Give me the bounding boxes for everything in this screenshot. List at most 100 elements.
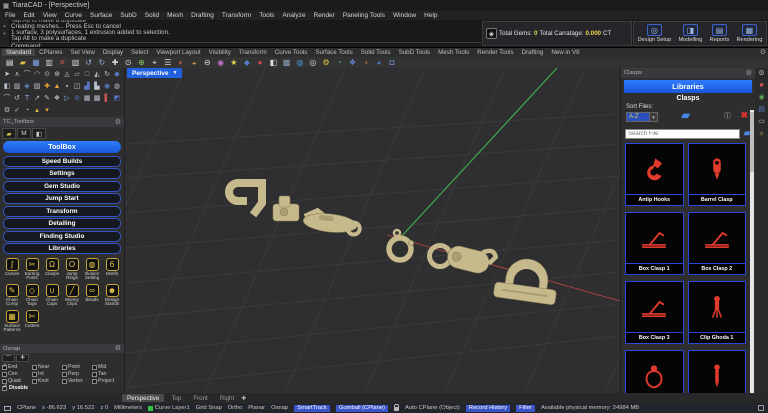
palette-tool-icon[interactable]: ▲ xyxy=(52,81,62,93)
palette-tool-icon[interactable]: ◆ xyxy=(112,69,122,81)
info-icon[interactable]: ⓘ xyxy=(724,111,731,121)
palette-tool-icon[interactable]: ⌒ xyxy=(22,69,32,81)
osnap-disable-option[interactable]: Disable xyxy=(0,384,124,393)
toolbar-tab-cplanes[interactable]: CPlanes xyxy=(35,49,66,56)
palette-tool-icon[interactable]: T xyxy=(22,93,32,105)
world-icon[interactable]: ◕ xyxy=(372,59,385,67)
palette-tool-icon[interactable]: ⊘ xyxy=(72,93,82,105)
menu-mesh[interactable]: Mesh xyxy=(167,12,183,19)
workflow-button-design-setup[interactable]: ◎Design Setup xyxy=(638,24,672,43)
gear-icon[interactable]: ⚙ xyxy=(758,70,764,78)
osnap-option-vertex[interactable]: Vertex xyxy=(62,378,92,384)
menu-analyze[interactable]: Analyze xyxy=(282,12,305,19)
toolbox-button-detailing[interactable]: Detailing xyxy=(3,218,121,229)
fold-over-clasp-model[interactable] xyxy=(229,179,262,215)
osnap-option-point[interactable]: Point xyxy=(62,364,92,370)
status-toggle-osnap[interactable]: Osnap xyxy=(271,405,288,411)
osnap-option-int[interactable]: Int xyxy=(32,371,62,377)
shaded-icon[interactable]: ◐ xyxy=(174,59,187,67)
gear-icon[interactable]: ⚙ xyxy=(115,345,121,352)
settings-icon[interactable]: ⚙ xyxy=(320,59,333,67)
add-viewport-icon[interactable]: ✚ xyxy=(241,395,246,402)
lobster-clasp-flat-model[interactable] xyxy=(302,209,361,235)
zoom-extents-icon[interactable]: ⊕ xyxy=(135,59,148,67)
viewport-title-tab[interactable]: Perspective ▼ xyxy=(127,68,182,78)
paste-icon[interactable]: ▧ xyxy=(69,59,82,67)
perspective-viewport[interactable]: Perspective ▼ xyxy=(125,68,620,393)
toolbox-header-button[interactable]: ToolBox xyxy=(3,141,121,153)
palette-tool-icon[interactable]: ✎ xyxy=(42,93,52,105)
palette-tool-icon[interactable]: ▪ xyxy=(62,81,72,93)
toolbox-button-transform[interactable]: Transform xyxy=(3,206,121,217)
palette-tool-icon[interactable]: ↺ xyxy=(12,93,22,105)
close-icon[interactable]: ✖ xyxy=(740,110,748,121)
menu-edit[interactable]: Edit xyxy=(23,12,34,19)
toolbar-tab-transform[interactable]: Transform xyxy=(235,49,271,56)
toolbar-tab-standard[interactable]: Standard xyxy=(2,49,35,56)
command-prompt[interactable]: Command: xyxy=(11,42,481,47)
sphere-icon[interactable]: ◍ xyxy=(293,59,306,67)
osnap-option-project[interactable]: Project xyxy=(92,378,122,384)
shortcut-jump-rings[interactable]: OJump Rings xyxy=(62,258,82,282)
box-clasp-model[interactable] xyxy=(273,196,299,221)
chevron-down-icon[interactable]: ▼ xyxy=(649,113,657,121)
shortcut-design-stands[interactable]: ☻Design Stands xyxy=(102,284,122,308)
menu-surface[interactable]: Surface xyxy=(90,12,112,19)
help-icon[interactable]: ◘ xyxy=(385,59,398,67)
toolbar-tab-viewport-layout[interactable]: Viewport Layout xyxy=(152,49,204,56)
menu-tools[interactable]: Tools xyxy=(259,12,274,19)
menu-window[interactable]: Window xyxy=(393,12,416,19)
palette-tool-icon[interactable]: □ xyxy=(82,69,92,81)
toolbar-tab-drafting[interactable]: Drafting xyxy=(518,49,548,56)
undo-icon[interactable]: ↺ xyxy=(82,59,95,67)
menu-transform[interactable]: Transform xyxy=(222,12,251,19)
shortcut-motifs[interactable]: 6Motifs xyxy=(102,258,122,282)
toolbar-tab-set-view[interactable]: Set View xyxy=(67,49,99,56)
palette-tool-icon[interactable]: ↻ xyxy=(102,69,112,81)
new-file-icon[interactable]: ▤ xyxy=(3,59,16,67)
toolbar-tab-subd-tools[interactable]: SubD Tools xyxy=(395,49,435,56)
palette-tool-icon[interactable]: ▥ xyxy=(12,81,22,93)
library-item-barrel-clasp[interactable]: Barrel Clasp xyxy=(688,143,747,207)
palette-tool-icon[interactable]: ⊕ xyxy=(52,69,62,81)
rendered-icon[interactable]: ◒ xyxy=(188,59,201,67)
shortcut-beads[interactable]: ∞Beads xyxy=(82,284,102,308)
menu-solid[interactable]: Solid xyxy=(145,12,159,19)
globe-icon[interactable]: ◔ xyxy=(333,59,346,67)
toolbox-button-settings[interactable]: Settings xyxy=(3,168,121,179)
checkbox[interactable] xyxy=(2,372,7,377)
checkbox[interactable] xyxy=(2,365,7,370)
shortcut-chain-comp[interactable]: ✎Chain Comp xyxy=(2,284,22,308)
toolbox-button-finding-studio[interactable]: Finding Studio xyxy=(3,231,121,242)
gem-tool-icon[interactable]: ★ xyxy=(227,59,240,67)
search-input[interactable] xyxy=(625,129,740,139)
shortcut-clasps[interactable]: ΩClasps xyxy=(42,258,62,282)
osnap-option-cen[interactable]: Cen xyxy=(2,371,32,377)
diamond-tool-icon[interactable]: ◆ xyxy=(240,59,253,67)
status-toggle-smarttrack[interactable]: SmartTrack xyxy=(294,405,330,412)
circle-tool-icon[interactable]: ◎ xyxy=(306,59,319,67)
shortcut-illusion-setting[interactable]: ◍Illusion Setting xyxy=(82,258,102,282)
color-wheel-icon[interactable]: ◉ xyxy=(758,94,764,102)
viewport-tab-top[interactable]: Top xyxy=(166,394,186,402)
materials-icon[interactable]: ■ xyxy=(759,82,763,90)
scrollbar[interactable] xyxy=(750,110,754,393)
palette-tool-icon[interactable]: ▴ xyxy=(32,105,42,117)
status-toggle-planar[interactable]: Planar xyxy=(248,405,265,411)
menu-subd[interactable]: SubD xyxy=(120,12,136,19)
folder-tab-icon[interactable]: ▰ xyxy=(2,128,16,139)
palette-tool-icon[interactable]: ↗ xyxy=(32,93,42,105)
palette-tool-icon[interactable]: ▩ xyxy=(92,93,102,105)
grid-icon[interactable]: ▩ xyxy=(280,59,293,67)
shortcut-surface-patterns[interactable]: ▦Surface Patterns xyxy=(2,310,22,334)
checkbox[interactable] xyxy=(92,365,97,370)
workflow-button-reports[interactable]: ▤Reports xyxy=(710,24,730,43)
toolbar-tab-solid-tools[interactable]: Solid Tools xyxy=(357,49,395,56)
shortcut-curves[interactable]: ʃCurves xyxy=(2,258,22,282)
menu-render[interactable]: Render xyxy=(314,12,335,19)
library-item-box-clasp-1[interactable]: Box Clasp 1 xyxy=(625,212,684,276)
ghosted-icon[interactable]: ⊖ xyxy=(201,59,214,67)
palette-tool-icon[interactable]: ◔ xyxy=(22,105,32,117)
shortcut-earring-posts[interactable]: ✂Earring Posts xyxy=(22,258,42,282)
open-library-folder-icon[interactable]: ▰ xyxy=(681,109,690,121)
